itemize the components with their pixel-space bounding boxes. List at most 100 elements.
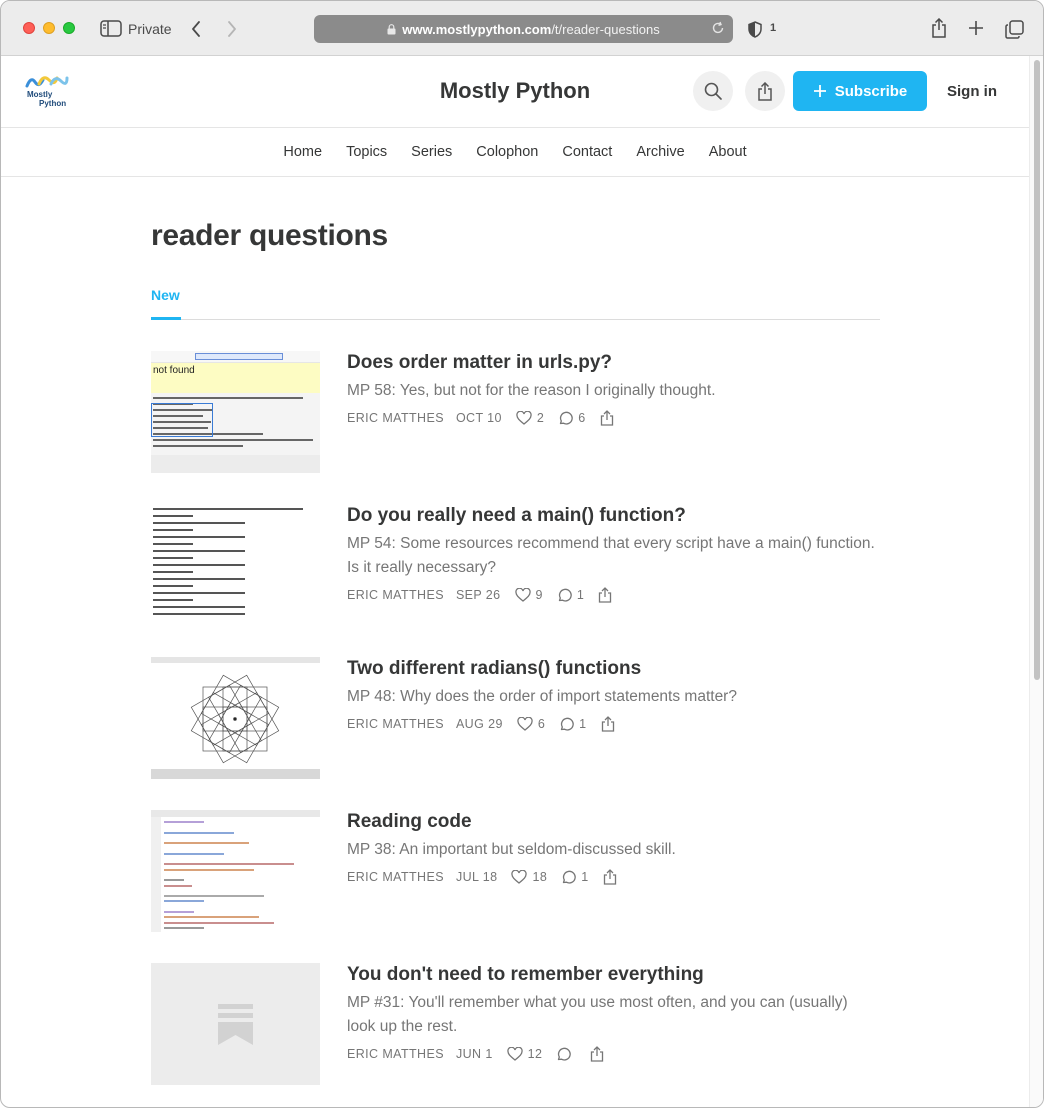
forward-icon[interactable] <box>223 19 241 39</box>
active-tab-indicator <box>151 317 181 320</box>
post-title[interactable]: Reading code <box>347 810 880 834</box>
post-date: AUG 29 <box>455 717 503 731</box>
post-share-button[interactable] <box>600 410 614 426</box>
address-bar[interactable]: www.mostlypython.com/t/reader-questions <box>314 15 733 43</box>
site-nav: Home Topics Series Colophon Contact Arch… <box>1 128 1029 177</box>
post-author[interactable]: ERIC MATTHES <box>347 870 444 884</box>
post-share-button[interactable] <box>601 716 615 732</box>
comment-icon <box>563 870 576 884</box>
post-thumbnail[interactable]: not found <box>151 351 320 473</box>
post-author[interactable]: ERIC MATTHES <box>347 588 444 602</box>
comment-count: 6 <box>578 411 586 425</box>
post-body: Two different radians() functions MP 48:… <box>347 657 880 733</box>
logo-text-python: Python <box>39 99 67 108</box>
share-site-button[interactable] <box>745 71 785 111</box>
like-button[interactable]: 9 <box>514 588 543 602</box>
post-thumbnail[interactable] <box>151 963 320 1085</box>
post-author[interactable]: ERIC MATTHES <box>347 411 444 425</box>
subscribe-label: Subscribe <box>834 82 908 100</box>
post-share-button[interactable] <box>598 587 612 603</box>
post-subtitle[interactable]: MP #31: You'll remember what you use mos… <box>347 991 880 1039</box>
post-meta: ERIC MATTHES OCT 10 2 6 <box>347 409 880 427</box>
new-tab-icon[interactable] <box>966 18 986 38</box>
nav-archive[interactable]: Archive <box>636 144 684 160</box>
page-scrollbar[interactable] <box>1029 56 1043 1107</box>
site-title[interactable]: Mostly Python <box>440 78 590 103</box>
share-icon[interactable] <box>929 17 949 39</box>
heart-icon <box>507 1047 523 1061</box>
post-share-button[interactable] <box>603 869 617 885</box>
thumb-url-field <box>195 353 283 360</box>
post-date: JUL 18 <box>455 870 498 884</box>
minimize-window-button[interactable] <box>43 22 55 34</box>
comment-icon <box>558 588 572 602</box>
post-date: SEP 26 <box>455 588 501 602</box>
post-title[interactable]: Two different radians() functions <box>347 657 880 681</box>
post-subtitle[interactable]: MP 58: Yes, but not for the reason I ori… <box>347 379 880 403</box>
private-label: Private <box>128 21 172 37</box>
privacy-shield-icon[interactable] <box>747 19 763 39</box>
comment-icon <box>561 717 574 731</box>
heart-icon <box>511 870 528 884</box>
post-body: You don't need to remember everything MP… <box>347 963 880 1063</box>
comment-icon <box>558 1047 572 1061</box>
post-meta: ERIC MATTHES JUN 1 12 <box>347 1045 880 1063</box>
comments-button[interactable]: 1 <box>557 588 584 603</box>
tab-overview-icon[interactable] <box>1003 18 1025 40</box>
back-icon[interactable] <box>187 19 205 39</box>
nav-home[interactable]: Home <box>283 144 322 160</box>
like-button[interactable]: 12 <box>507 1047 543 1061</box>
post-author[interactable]: ERIC MATTHES <box>347 717 444 731</box>
nav-topics[interactable]: Topics <box>346 144 387 160</box>
post-body: Do you really need a main() function? MP… <box>347 504 880 604</box>
placeholder-bookmark-icon <box>218 1004 253 1045</box>
like-count: 9 <box>535 588 543 602</box>
like-button[interactable]: 2 <box>516 411 544 425</box>
sidebar-toggle-icon[interactable] <box>99 19 123 37</box>
close-window-button[interactable] <box>23 22 35 34</box>
comments-button[interactable] <box>556 1047 576 1062</box>
post-title[interactable]: Do you really need a main() function? <box>347 504 880 528</box>
comment-count: 1 <box>576 588 585 602</box>
post-thumbnail[interactable] <box>151 810 320 932</box>
reload-icon[interactable] <box>711 21 725 35</box>
thumb-window-footer <box>151 769 320 779</box>
comment-count: 1 <box>579 717 587 731</box>
nav-colophon[interactable]: Colophon <box>476 144 538 160</box>
scrollbar-thumb[interactable] <box>1034 60 1040 680</box>
post-author[interactable]: ERIC MATTHES <box>347 1047 444 1061</box>
post-meta: ERIC MATTHES AUG 29 6 1 <box>347 715 880 733</box>
url-host: www.mostlypython.com <box>402 21 552 37</box>
site-header: Mostly Python Mostly Python Subscribe Si… <box>1 56 1029 128</box>
site-logo[interactable]: Mostly Python <box>25 72 69 112</box>
post-share-button[interactable] <box>590 1046 604 1062</box>
nav-series[interactable]: Series <box>411 144 452 160</box>
like-button[interactable]: 6 <box>517 717 545 731</box>
like-count: 12 <box>527 1047 543 1061</box>
comment-icon <box>560 411 574 425</box>
comments-button[interactable]: 1 <box>561 870 588 885</box>
nav-about[interactable]: About <box>709 144 747 160</box>
plus-icon <box>813 85 826 97</box>
post-subtitle[interactable]: MP 54: Some resources recommend that eve… <box>347 532 880 580</box>
like-count: 6 <box>537 717 546 731</box>
post-title[interactable]: You don't need to remember everything <box>347 963 880 987</box>
comments-button[interactable]: 1 <box>559 717 586 732</box>
post-subtitle[interactable]: MP 38: An important but seldom-discussed… <box>347 838 880 862</box>
post-thumbnail[interactable] <box>151 504 320 626</box>
tab-new[interactable]: New <box>151 287 180 317</box>
thumb-editor-tabs <box>151 810 320 817</box>
subscribe-button[interactable]: Subscribe <box>793 71 927 111</box>
comments-button[interactable]: 6 <box>558 411 585 426</box>
post-body: Does order matter in urls.py? MP 58: Yes… <box>347 351 880 427</box>
like-button[interactable]: 18 <box>511 870 547 884</box>
search-button[interactable] <box>693 71 733 111</box>
thumb-editor-gutter <box>151 817 161 932</box>
post-subtitle[interactable]: MP 48: Why does the order of import stat… <box>347 685 880 709</box>
sign-in-link[interactable]: Sign in <box>947 83 997 100</box>
post-title[interactable]: Does order matter in urls.py? <box>347 351 880 375</box>
thumb-error-text: not found <box>153 365 195 376</box>
zoom-window-button[interactable] <box>63 22 75 34</box>
nav-contact[interactable]: Contact <box>562 144 612 160</box>
post-thumbnail[interactable] <box>151 657 320 779</box>
